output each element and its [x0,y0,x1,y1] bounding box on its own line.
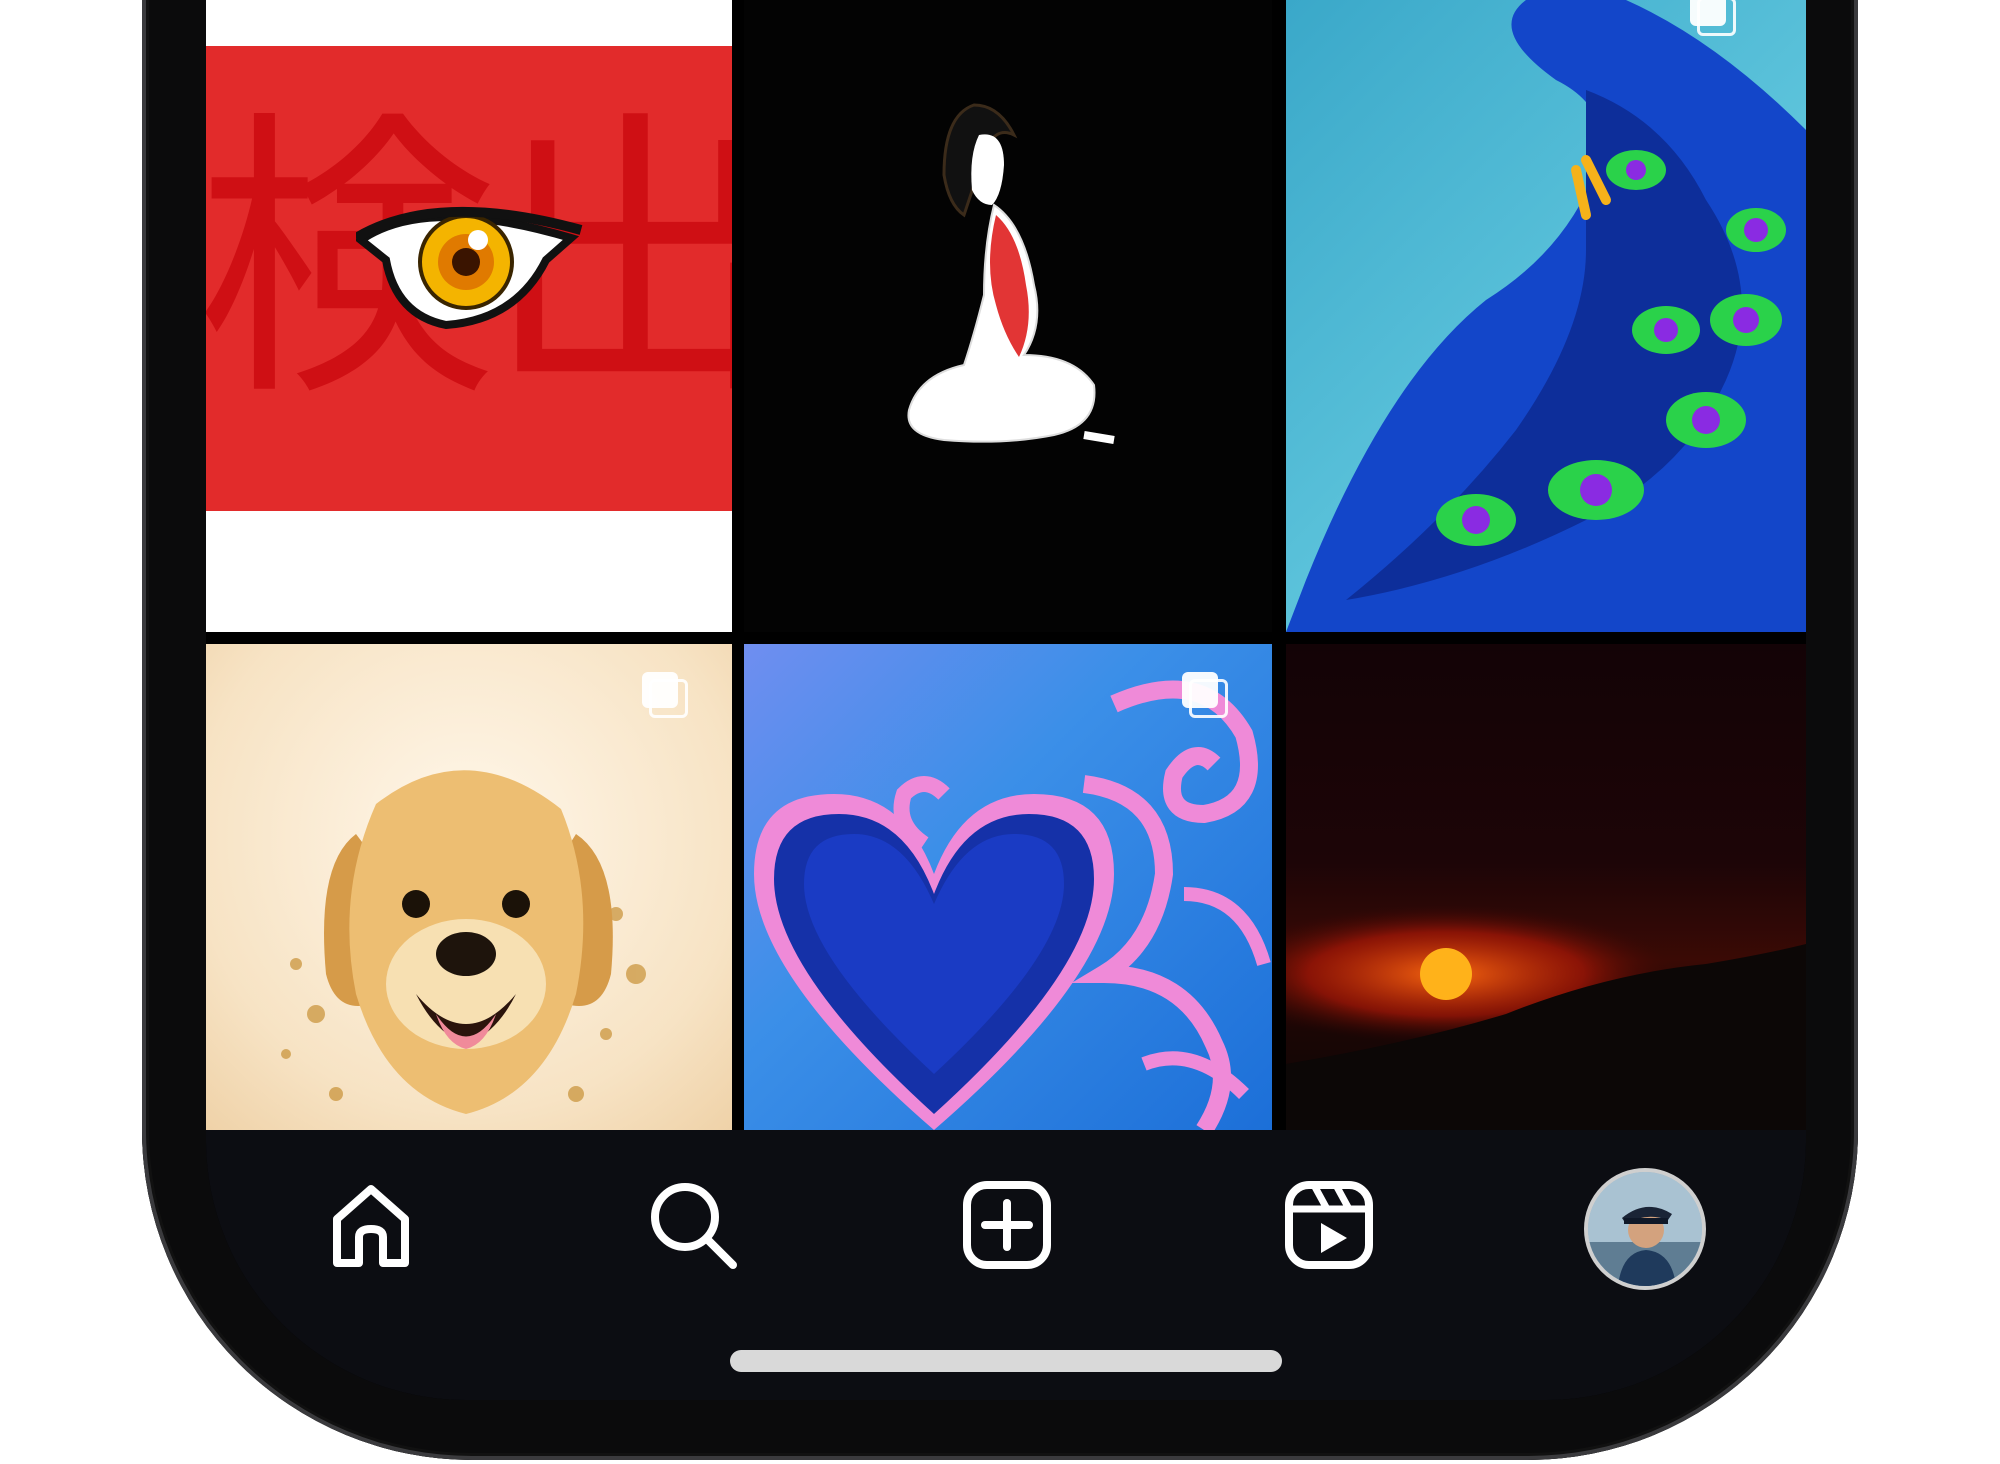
home-indicator[interactable] [730,1350,1282,1372]
multi-post-icon [642,672,688,718]
post-tile-sunset[interactable] [1286,644,1806,1130]
sunset-illustration [1286,904,1806,1130]
woman-illustration [907,103,1115,444]
multi-post-icon [1690,0,1736,36]
avatar-photo [1588,1172,1702,1286]
nav-search[interactable] [638,1170,748,1280]
posts-grid: 検出 [206,0,1806,1130]
eye-illustration [356,206,583,330]
search-icon [651,1183,737,1269]
nav-profile-avatar[interactable] [1584,1168,1706,1290]
peacock-illustration [1286,0,1806,632]
home-icon [333,1185,409,1267]
post-tile-peacock[interactable] [1286,0,1806,632]
bottom-navigation-bar [206,1130,1806,1400]
post-tile-woman-silhouette[interactable] [744,0,1272,632]
post-tile-blue-heart[interactable] [744,644,1272,1130]
post-tile-eye-kanji[interactable]: 検出 [206,0,732,632]
nav-home[interactable] [316,1170,426,1280]
puppy-illustration [281,770,646,1114]
profile-screen: 検出 [206,0,1806,1400]
multi-post-icon [1182,672,1228,718]
plus-square-icon [963,1181,1051,1269]
nav-create[interactable] [952,1170,1062,1280]
nav-reels[interactable] [1274,1170,1384,1280]
post-tile-puppy[interactable] [206,644,732,1130]
reels-icon [1285,1181,1373,1269]
